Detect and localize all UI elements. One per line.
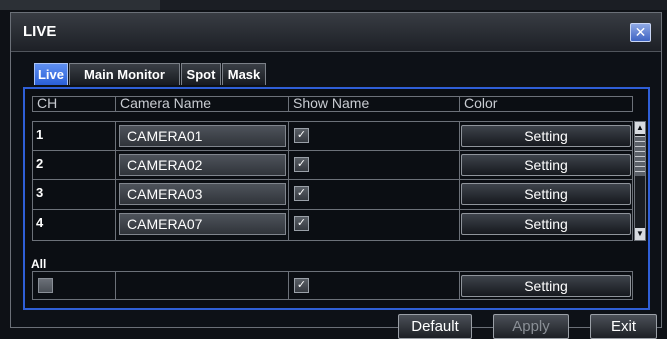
apply-button[interactable]: Apply [493, 314, 569, 339]
show-name-checkbox[interactable]: ✓ [294, 186, 309, 201]
select-all-checkbox[interactable] [38, 278, 53, 293]
color-setting-button[interactable]: Setting [461, 125, 631, 147]
color-cell: Setting [459, 179, 633, 210]
tab-main-monitor[interactable]: Main Monitor [69, 63, 180, 85]
header-color: Color [459, 96, 633, 112]
table-row-ch: 4 [32, 209, 116, 241]
exit-button[interactable]: Exit [590, 314, 657, 339]
close-button[interactable]: ✕ [630, 23, 651, 42]
table-row-ch: 1 [32, 121, 116, 151]
scroll-down-arrow-icon[interactable]: ▼ [635, 228, 645, 240]
all-color-setting-button[interactable]: Setting [461, 275, 631, 297]
header-camera-name: Camera Name [115, 96, 289, 112]
tab-mask[interactable]: Mask [222, 63, 266, 85]
header-show-name-label: Show Name [293, 95, 370, 111]
all-name-cell [115, 271, 289, 300]
channel-number: 2 [36, 156, 44, 171]
color-cell: Setting [459, 150, 633, 180]
camera-name-cell: CAMERA01 [115, 121, 289, 151]
all-show-name-checkbox[interactable]: ✓ [294, 278, 309, 293]
show-name-checkbox[interactable]: ✓ [294, 128, 309, 143]
header-ch: CH [32, 96, 116, 112]
all-color-cell: Setting [459, 271, 633, 300]
channel-number: 4 [36, 215, 44, 230]
top-strip [0, 0, 667, 10]
camera-name-field[interactable]: CAMERA03 [119, 183, 286, 205]
channel-number: 1 [36, 127, 44, 142]
color-cell: Setting [459, 209, 633, 241]
show-name-cell: ✓ [288, 121, 460, 151]
table-row-ch: 3 [32, 179, 116, 210]
header-ch-label: CH [37, 95, 58, 111]
channel-number: 3 [36, 185, 44, 200]
show-name-cell: ✓ [288, 179, 460, 210]
color-setting-button[interactable]: Setting [461, 154, 631, 176]
show-name-cell: ✓ [288, 209, 460, 241]
camera-name-field[interactable]: CAMERA07 [119, 213, 286, 235]
header-color-label: Color [464, 95, 498, 111]
camera-name-field[interactable]: CAMERA01 [119, 125, 286, 147]
color-cell: Setting [459, 121, 633, 151]
tab-spot[interactable]: Spot [181, 63, 221, 85]
show-name-checkbox[interactable]: ✓ [294, 157, 309, 172]
all-show-name-cell: ✓ [288, 271, 460, 300]
header-camera-name-label: Camera Name [120, 95, 212, 111]
show-name-cell: ✓ [288, 150, 460, 180]
window-title: LIVE [23, 23, 57, 40]
table-scrollbar[interactable]: ▲ ▼ [634, 121, 646, 241]
title-bar: LIVE ✕ [11, 13, 661, 52]
tab-live[interactable]: Live [34, 63, 68, 85]
camera-name-cell: CAMERA02 [115, 150, 289, 180]
table-row-ch: 2 [32, 150, 116, 180]
scroll-thumb[interactable] [635, 136, 645, 176]
default-button[interactable]: Default [398, 314, 472, 339]
color-setting-button[interactable]: Setting [461, 213, 631, 235]
top-strip-shade [0, 0, 160, 10]
camera-name-field[interactable]: CAMERA02 [119, 154, 286, 176]
live-settings-window: LIVE ✕ Live Main Monitor Spot Mask CH Ca… [10, 12, 662, 339]
close-icon: ✕ [634, 24, 647, 40]
show-name-checkbox[interactable]: ✓ [294, 216, 309, 231]
header-show-name: Show Name [288, 96, 460, 112]
all-label: All [31, 257, 47, 271]
color-setting-button[interactable]: Setting [461, 183, 631, 205]
all-ch-cell [32, 271, 116, 300]
camera-name-cell: CAMERA03 [115, 179, 289, 210]
camera-name-cell: CAMERA07 [115, 209, 289, 241]
scroll-up-arrow-icon[interactable]: ▲ [635, 122, 645, 134]
